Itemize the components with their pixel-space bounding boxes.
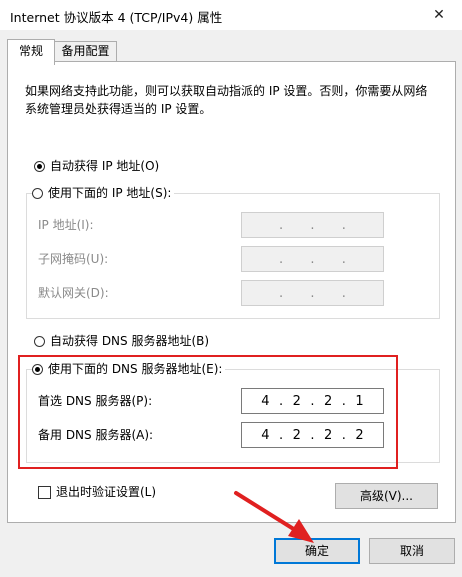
red-arrow-icon: [234, 491, 314, 543]
tab-general[interactable]: 常规: [7, 39, 55, 65]
